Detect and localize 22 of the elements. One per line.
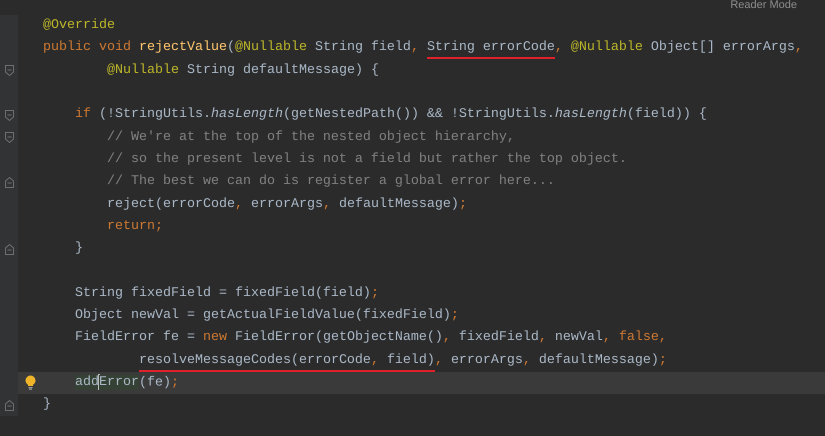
lightbulb-icon[interactable] [25, 375, 36, 390]
code-line: FieldError fe = new FieldError(getObjectName(), fixedField, newVal, false, [74, 329, 667, 348]
code-line: Object newVal = getActualFieldValue(fixedField); [74, 307, 459, 325]
code-line: addError(fe); [74, 374, 179, 392]
code-line: } [74, 240, 83, 258]
code-line: // so the present level is not a field but rather the top object. [106, 150, 627, 169]
code-line: return; [106, 218, 163, 236]
fold-marker-icon[interactable] [4, 400, 14, 411]
code-line: } [43, 396, 51, 414]
code-line: reject(errorCode, errorArgs, defaultMessage); [106, 196, 467, 214]
fold-marker-icon[interactable] [4, 110, 14, 121]
code-line: // The best we can do is register a global error here... [106, 173, 555, 192]
fold-marker-icon[interactable] [4, 176, 14, 188]
reader-mode-label[interactable]: Reader Mode [730, 0, 797, 15]
fold-marker-icon[interactable] [4, 65, 14, 76]
code-line: if (!StringUtils.hasLength(getNestedPath()) && !StringUtils.hasLength(field)) { [74, 106, 707, 124]
code-line: @Override [43, 17, 115, 36]
fold-marker-icon[interactable] [4, 132, 14, 144]
code-line: // We're at the top of the nested object hierarchy, [106, 128, 515, 147]
code-line: @Nullable String defaultMessage) { [106, 62, 379, 80]
fold-marker-icon[interactable] [4, 244, 14, 255]
code-line: String fixedField = fixedField(field); [74, 284, 379, 303]
